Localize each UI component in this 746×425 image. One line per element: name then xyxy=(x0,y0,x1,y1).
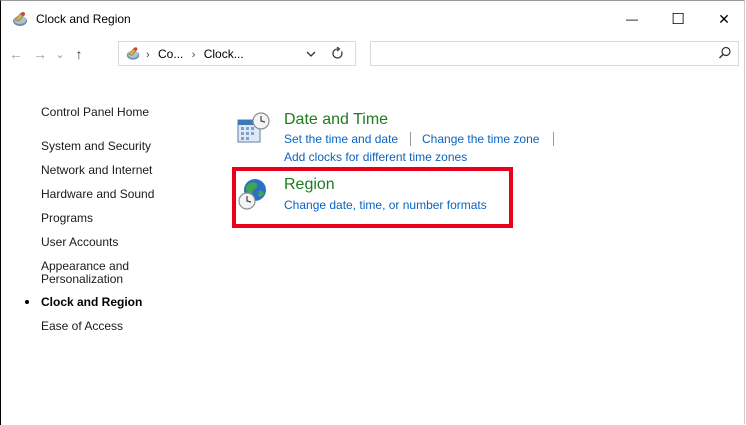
forward-arrow-icon: → xyxy=(33,46,47,62)
address-bar-row: ← → ⌄ ↑ › Co... › Clock... xyxy=(1,39,744,69)
back-arrow-icon: ← xyxy=(9,46,23,62)
sidebar-item-ease-of-access[interactable]: Ease of Access xyxy=(41,320,123,333)
chevron-down-icon: ⌄ xyxy=(55,48,65,61)
minimize-button[interactable]: — xyxy=(609,1,655,37)
search-box[interactable] xyxy=(370,41,739,66)
window-title: Clock and Region xyxy=(36,12,131,26)
sidebar-item-appearance-and-personalization-line2[interactable]: Personalization xyxy=(41,273,123,286)
sidebar-item-user-accounts[interactable]: User Accounts xyxy=(41,236,118,249)
up-arrow-icon: ↑ xyxy=(75,46,83,62)
breadcrumb-separator: › xyxy=(146,49,150,61)
maximize-button[interactable]: ☐ xyxy=(655,1,701,37)
date-and-time-title[interactable]: Date and Time xyxy=(284,111,388,129)
control-panel-icon xyxy=(126,47,140,60)
sidebar-item-programs[interactable]: Programs xyxy=(41,212,93,225)
back-button[interactable]: ← xyxy=(7,44,25,64)
refresh-button[interactable] xyxy=(326,44,350,63)
breadcrumb-separator: › xyxy=(191,49,196,61)
change-time-zone-link[interactable]: Change the time zone xyxy=(422,132,539,146)
breadcrumb: › Co... › Clock... xyxy=(146,47,244,61)
sidebar-item-control-panel-home[interactable]: Control Panel Home xyxy=(41,106,149,119)
link-separator xyxy=(553,132,554,146)
chevron-down-icon xyxy=(306,51,316,57)
add-clocks-link[interactable]: Add clocks for different time zones xyxy=(284,150,467,164)
title-bar[interactable]: Clock and Region — ☐ ✕ xyxy=(1,1,744,37)
recent-locations-button[interactable]: ⌄ xyxy=(53,44,67,64)
maximize-icon: ☐ xyxy=(671,11,685,28)
link-separator xyxy=(410,132,411,146)
search-icon xyxy=(719,46,731,59)
current-item-bullet xyxy=(25,300,29,304)
set-time-and-date-link[interactable]: Set the time and date xyxy=(284,132,398,146)
breadcrumb-item-clock-and-region[interactable]: Clock... xyxy=(204,47,244,61)
sidebar-item-clock-and-region[interactable]: Clock and Region xyxy=(41,296,142,309)
calendar-clock-icon xyxy=(237,112,270,143)
address-dropdown-button[interactable] xyxy=(301,44,321,63)
minimize-icon: — xyxy=(626,12,638,26)
control-panel-window: Clock and Region — ☐ ✕ ← → ⌄ ↑ › Co... ›… xyxy=(0,0,745,425)
window-edge xyxy=(0,353,1,425)
address-box[interactable]: › Co... › Clock... xyxy=(118,41,356,66)
sidebar-item-hardware-and-sound[interactable]: Hardware and Sound xyxy=(41,188,154,201)
control-panel-icon xyxy=(13,12,27,26)
up-button[interactable]: ↑ xyxy=(69,44,89,64)
sidebar-item-system-and-security[interactable]: System and Security xyxy=(41,140,151,153)
forward-button[interactable]: → xyxy=(31,44,49,64)
sidebar-item-network-and-internet[interactable]: Network and Internet xyxy=(41,164,152,177)
region-highlight-box xyxy=(232,167,513,228)
close-icon: ✕ xyxy=(718,10,730,27)
refresh-icon xyxy=(332,47,343,59)
close-button[interactable]: ✕ xyxy=(701,1,746,37)
breadcrumb-item-control-panel[interactable]: Co... xyxy=(158,47,183,61)
